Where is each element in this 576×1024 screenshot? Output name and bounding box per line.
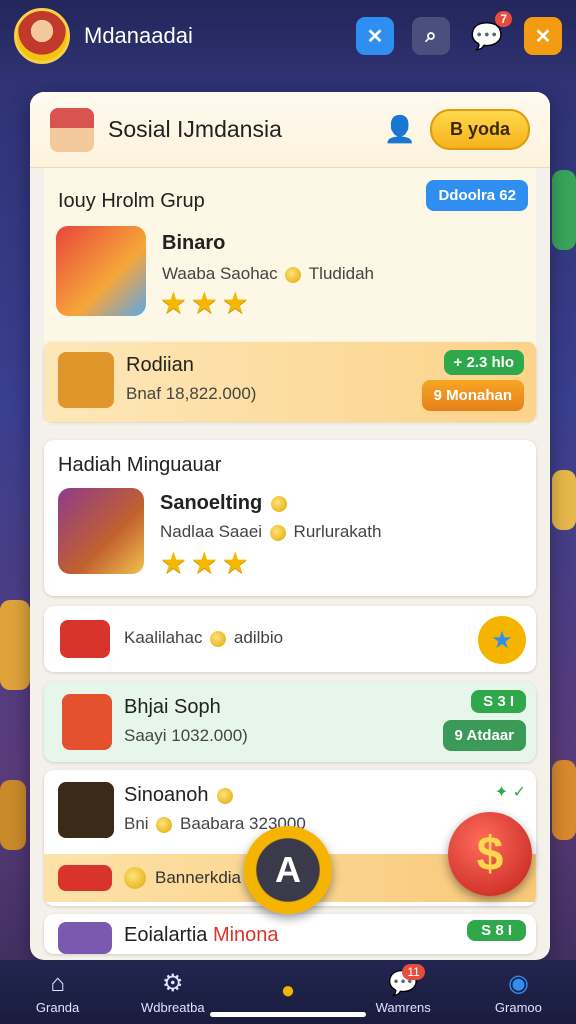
item-subtitle-text: Waaba Saohac [162, 264, 278, 283]
strip-sub: Bnaf 18,822.000) [126, 384, 257, 403]
strip-name: Rodiian [126, 354, 194, 376]
nav-label: Granda [35, 999, 80, 1015]
nav-label: Wamrens [375, 1000, 431, 1015]
bg-decoration [0, 780, 26, 850]
bg-decoration [552, 170, 576, 250]
game-thumbnail[interactable] [58, 488, 144, 574]
nav-label: Gramoo [494, 1000, 542, 1015]
panel-header: Sosial IJmdansia 👤 B yoda [30, 92, 550, 168]
item-subtitle: Waaba Saohac Tludidah [162, 264, 374, 284]
row-top-pill[interactable]: S 3 I [471, 690, 526, 713]
nav-item-location[interactable]: ◉ Gramoo [461, 960, 576, 1024]
coin-icon [124, 867, 146, 889]
coin-icon [210, 630, 227, 647]
character-icon [58, 922, 112, 954]
item-subtitle-text: Nadlaa Saaei [160, 522, 263, 541]
bg-decoration [0, 600, 30, 690]
rating-stars: ★★★ [160, 547, 253, 580]
row-sub: Saayi 1032.000) [124, 726, 248, 745]
nav-label: Wdbreatba [141, 1000, 205, 1015]
chat-icon[interactable]: 💬 7 [468, 11, 512, 55]
row-name-highlight: Minona [212, 924, 279, 946]
section-pill-button[interactable]: Ddoolra 62 [426, 180, 528, 211]
location-icon: ◉ [507, 970, 529, 997]
chat-badge: 7 [495, 11, 512, 27]
bg-decoration [552, 470, 576, 530]
chest-icon [58, 352, 114, 408]
row-name-text: Sinoanoh [124, 784, 209, 806]
list-item[interactable]: Bhjai Soph Saayi 1032.000) S 3 I 9 Atdaa… [44, 682, 536, 762]
list-item[interactable]: Eoialartia Minona S 8 I [44, 914, 536, 954]
weekly-section: Hadiah Minguauar Sanoelting Nadlaa Saaei… [44, 440, 536, 596]
search-icon[interactable]: ⌕ [412, 17, 450, 55]
ticket-icon [58, 865, 112, 891]
item-subtitle-text-2: Tludidah [308, 264, 374, 283]
row-pill[interactable]: S 8 I [467, 920, 526, 941]
coin-icon [269, 524, 286, 541]
top-icons: ✕ ⌕ 💬 7 ✕ [356, 11, 562, 55]
top-bar: Mdanaadai ✕ ⌕ 💬 7 ✕ [0, 0, 576, 72]
strip-top-pill[interactable]: + 2.3 hlo [443, 350, 524, 375]
strip-action-button[interactable]: 9 Monahan [421, 380, 524, 411]
coin-icon [285, 266, 302, 283]
row-label-text: Kaalilahac [124, 628, 203, 647]
avatar[interactable] [14, 8, 70, 64]
close-icon[interactable]: ✕ [524, 17, 562, 55]
row-name: Bhjai Soph [124, 696, 221, 718]
camera-icon [60, 620, 110, 658]
home-indicator [210, 1012, 366, 1017]
home-icon: ⌂ [50, 969, 65, 997]
trophy-icon [58, 782, 114, 838]
section-title: Iouy Hrolm Grup [58, 190, 205, 212]
item-name: Binaro [162, 232, 226, 254]
nav-item-home[interactable]: ⌂ Granda [0, 960, 115, 1024]
hammer-icon [62, 694, 112, 750]
game-thumbnail[interactable] [56, 226, 146, 316]
item-subtitle: Nadlaa Saaei Rurlurakath [160, 522, 381, 542]
dollar-button[interactable]: $ [448, 812, 532, 896]
coin-icon [217, 787, 234, 804]
section-title: Hadiah Minguauar [58, 454, 222, 476]
list-item[interactable]: Kaalilahac adilbio ★ [44, 606, 536, 672]
row-label-text-2: adilbio [233, 628, 284, 647]
row-name-text: Eoialartia [124, 924, 208, 946]
center-action-button[interactable]: A [244, 826, 332, 914]
row-action-button[interactable]: 9 Atdaar [442, 720, 526, 751]
shuffle-icon[interactable]: ✕ [356, 17, 394, 55]
user-icon[interactable]: 👤 [384, 114, 416, 145]
row-status-icons: ✦ ✓ [494, 784, 526, 801]
star-badge-icon[interactable]: ★ [478, 616, 526, 664]
panel-title: Sosial IJmdansia [108, 116, 282, 142]
profile-avatar [50, 107, 94, 152]
rating-stars: ★★★ [160, 287, 253, 320]
coin-icon [270, 495, 287, 512]
item-name: Sanoelting [160, 492, 290, 515]
row-name: Eoialartia Minona [124, 924, 279, 947]
row-name: Sinoanoh [124, 784, 236, 807]
bg-decoration [552, 760, 576, 840]
banner-label: Bannerkdia [155, 868, 242, 887]
app-title: Mdanaadai [84, 23, 193, 48]
coin-icon [156, 816, 173, 833]
header-button[interactable]: B yoda [429, 109, 530, 150]
item-subtitle-text-2: Rurlurakath [293, 522, 382, 541]
row-label: Kaalilahac adilbio [124, 628, 283, 648]
row-sub-text: Bni [124, 814, 149, 833]
item-name-text: Sanoelting [160, 492, 263, 514]
coin-icon: ● [280, 977, 296, 1004]
reward-strip: Rodiian Bnaf 18,822.000) + 2.3 hlo 9 Mon… [44, 342, 536, 422]
gear-icon: ⚙ [162, 970, 184, 997]
nav-badge: 11 [402, 964, 425, 980]
